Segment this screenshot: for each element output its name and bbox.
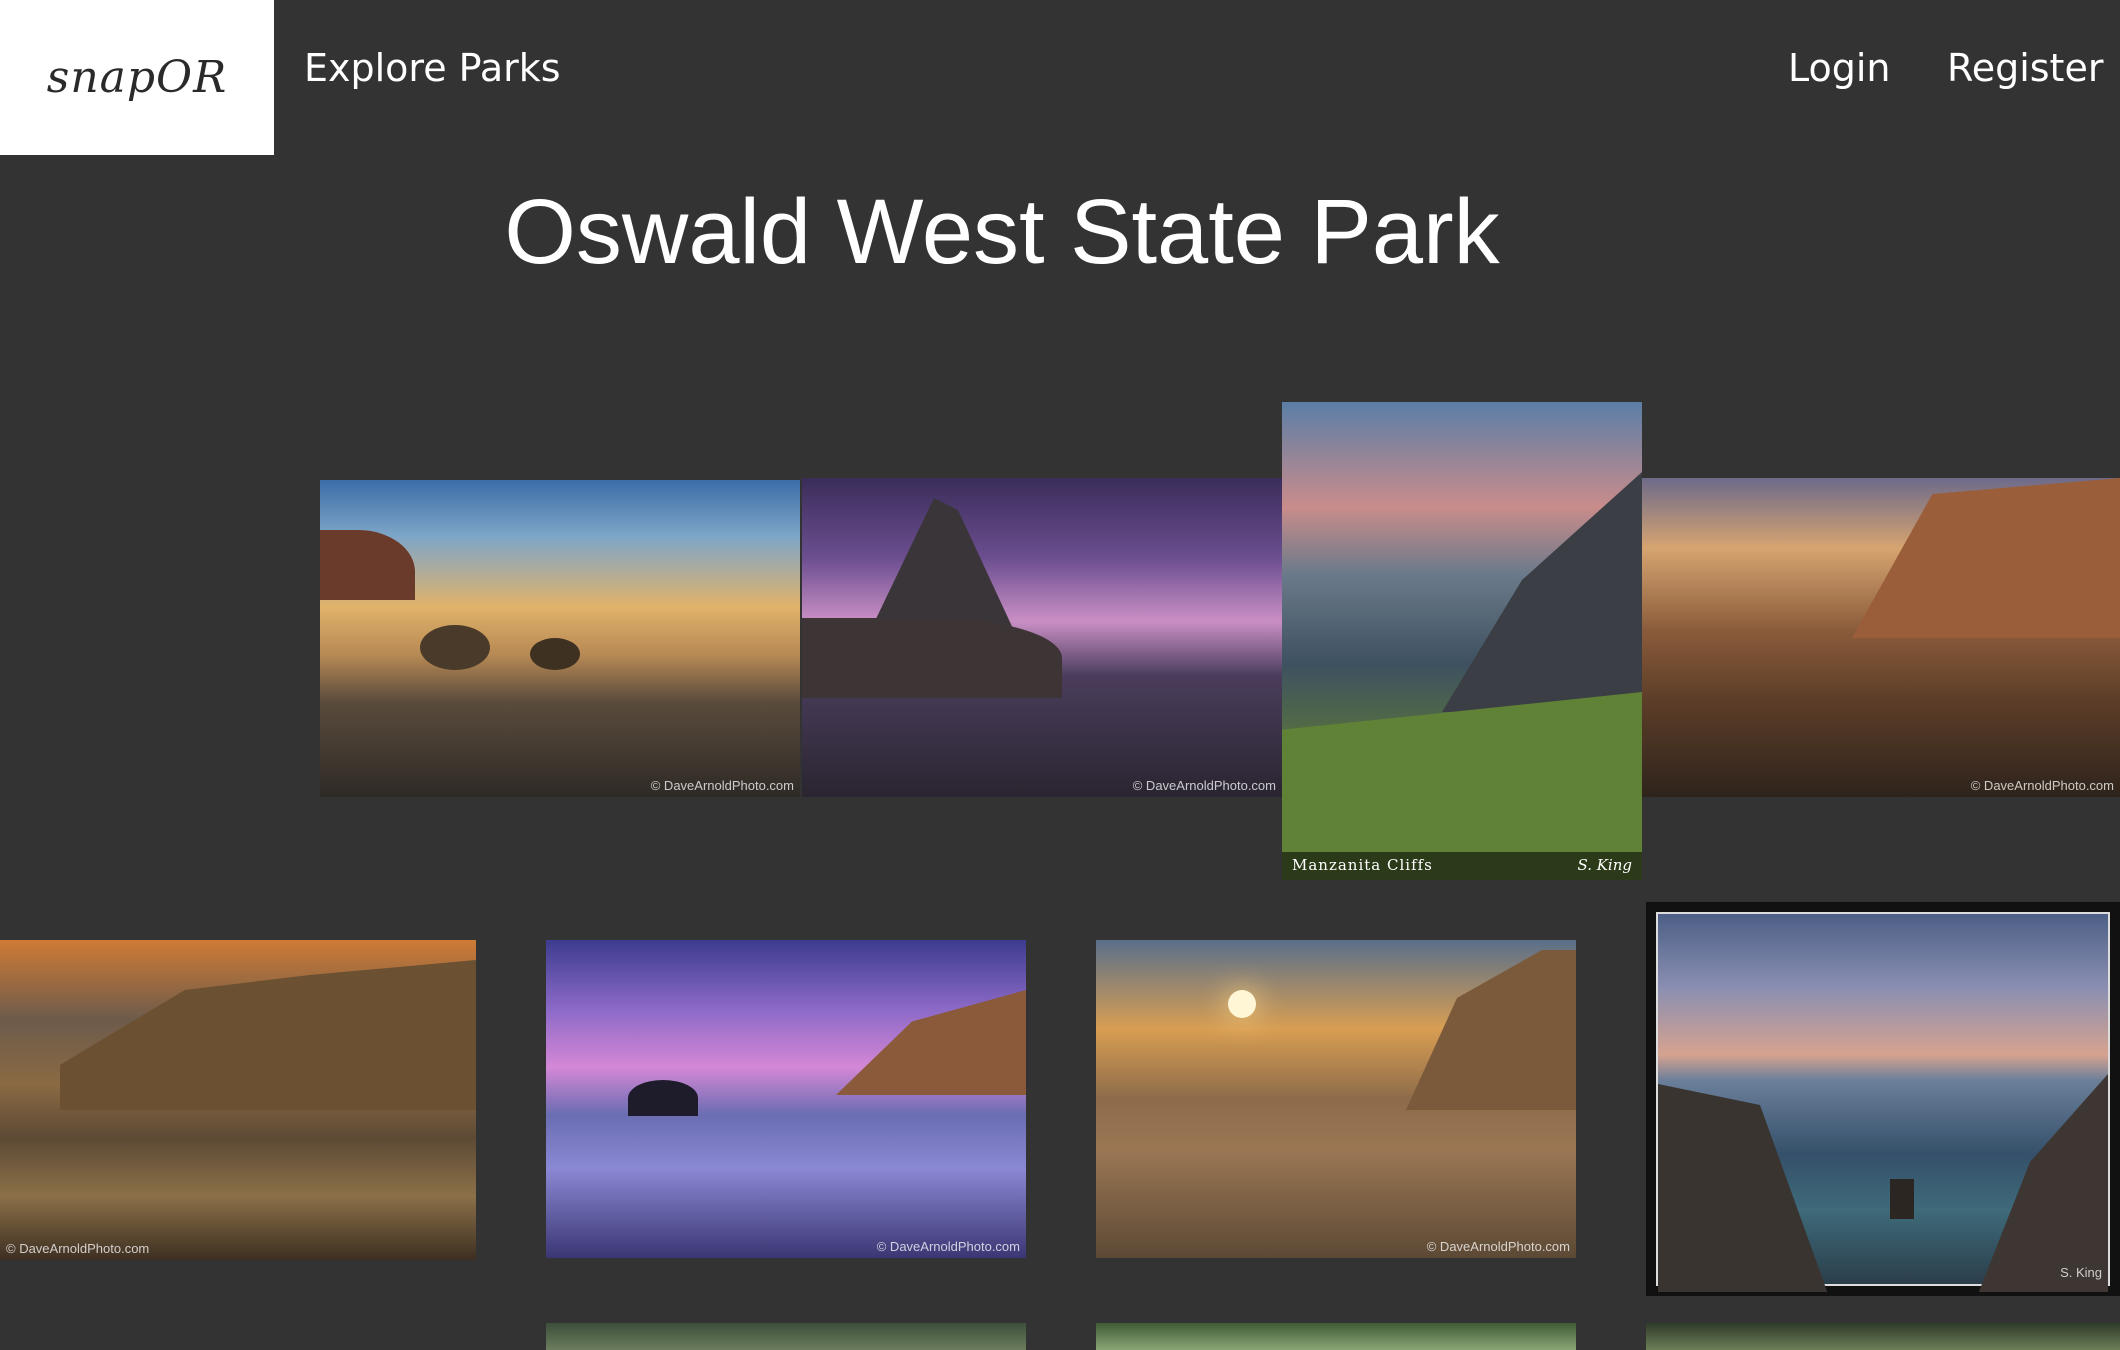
caption-right: S. King xyxy=(1577,856,1632,874)
nav-explore-parks[interactable]: Explore Parks xyxy=(304,46,561,90)
page-title: Oswald West State Park xyxy=(0,180,2120,285)
cliff-shape xyxy=(60,960,476,1110)
rock-shape xyxy=(802,618,1062,698)
park-photo-beach-sunset[interactable]: © DaveArnoldPhoto.com xyxy=(320,480,800,797)
nav-login[interactable]: Login xyxy=(1788,46,1891,90)
park-photo-framed-sea-stack[interactable]: S. King xyxy=(1646,902,2120,1296)
cliff-shape xyxy=(1852,478,2120,638)
cliff-shape xyxy=(1978,1074,2108,1292)
park-photo-manzanita-cliffs[interactable]: Manzanita Cliffs S. King xyxy=(1282,402,1642,880)
rock-shape xyxy=(420,625,490,670)
cliff-shape xyxy=(320,530,415,600)
caption-bar: Manzanita Cliffs S. King xyxy=(1282,852,1642,880)
sea-stack-shape xyxy=(1890,1179,1914,1219)
rock-shape xyxy=(628,1080,698,1116)
rock-shape xyxy=(530,638,580,670)
park-photo-cliff-reflection[interactable]: © DaveArnoldPhoto.com xyxy=(1642,478,2120,797)
cliff-shape xyxy=(1658,1084,1828,1292)
framed-photo-inner: S. King xyxy=(1656,912,2110,1292)
park-photo-sunburst-beach[interactable]: © DaveArnoldPhoto.com xyxy=(1096,940,1576,1258)
photo-watermark: S. King xyxy=(2060,1265,2102,1280)
photo-watermark: © DaveArnoldPhoto.com xyxy=(1426,1239,1570,1254)
cliff-shape xyxy=(1442,472,1642,712)
park-photo-forest-3[interactable] xyxy=(1646,1323,2120,1350)
park-photo-forest-2[interactable] xyxy=(1096,1323,1576,1350)
photo-watermark: © DaveArnoldPhoto.com xyxy=(6,1241,150,1256)
park-photo-golden-cliffs[interactable]: © DaveArnoldPhoto.com xyxy=(0,940,476,1260)
cliff-shape xyxy=(836,990,1026,1095)
caption-left: Manzanita Cliffs xyxy=(1292,856,1433,874)
photo-watermark: © DaveArnoldPhoto.com xyxy=(1132,778,1276,793)
photo-watermark: © DaveArnoldPhoto.com xyxy=(876,1239,1020,1254)
photo-watermark: © DaveArnoldPhoto.com xyxy=(1970,778,2114,793)
park-photo-sea-stack-purple[interactable]: © DaveArnoldPhoto.com xyxy=(802,478,1282,797)
nav-register[interactable]: Register xyxy=(1947,46,2103,90)
sun-shape xyxy=(1228,990,1256,1018)
cliff-shape xyxy=(1406,950,1576,1110)
logo[interactable]: snapOR xyxy=(0,0,274,155)
page-title-text: Oswald West State Park xyxy=(504,181,1500,283)
park-photo-violet-sky[interactable]: © DaveArnoldPhoto.com xyxy=(546,940,1026,1258)
logo-text: snapOR xyxy=(46,52,228,103)
park-photo-forest-1[interactable] xyxy=(546,1323,1026,1350)
photo-watermark: © DaveArnoldPhoto.com xyxy=(650,778,794,793)
